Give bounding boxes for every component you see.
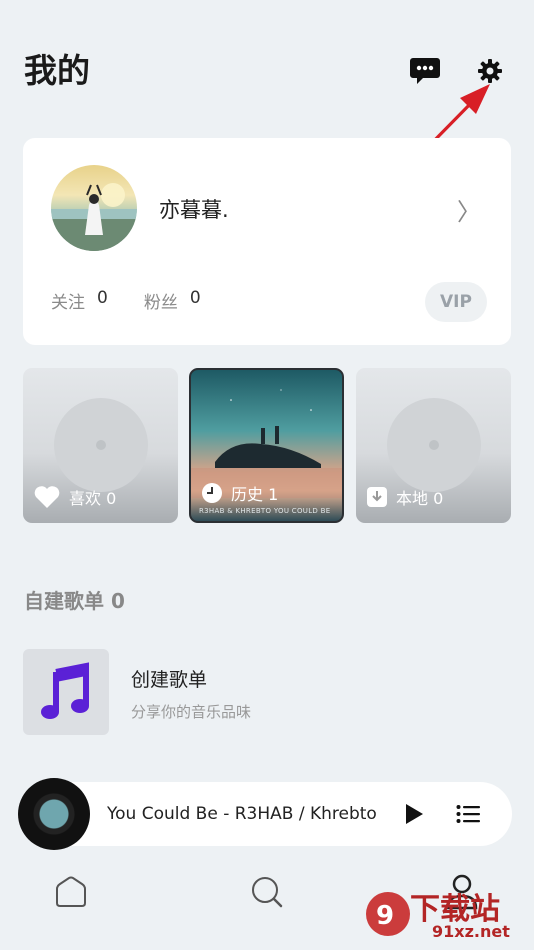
- fans-count[interactable]: 0: [190, 288, 201, 313]
- tile-history[interactable]: R3HAB & KHREBTO YOU COULD BE 历史 1: [189, 368, 344, 523]
- chevron-right-icon[interactable]: 〉: [457, 192, 481, 227]
- username[interactable]: 亦暮暮.: [159, 194, 229, 224]
- heart-icon: [34, 486, 60, 508]
- download-icon: [367, 487, 387, 507]
- profile-stats: 关注 0 粉丝 0: [51, 288, 237, 313]
- section-title-playlists: 自建歌单 0: [24, 589, 125, 613]
- svg-text:9: 9: [376, 901, 394, 931]
- tile-local-label: 本地 0: [396, 489, 444, 508]
- vinyl-disc-icon: [54, 398, 148, 492]
- tile-history-label: 历史 1: [231, 485, 279, 504]
- album-disc-icon[interactable]: [18, 778, 90, 850]
- fans-label[interactable]: 粉丝: [144, 288, 178, 313]
- track-title[interactable]: You Could Be - R3HAB / Khrebto: [107, 804, 377, 824]
- tile-favorites[interactable]: 喜欢 0: [23, 368, 178, 523]
- vinyl-disc-icon: [387, 398, 481, 492]
- create-playlist-row[interactable]: 创建歌单 分享你的音乐品味: [23, 649, 511, 735]
- playlist-queue-icon[interactable]: [454, 800, 482, 828]
- avatar[interactable]: [51, 165, 137, 251]
- following-count[interactable]: 0: [97, 288, 108, 313]
- music-note-icon: [23, 649, 109, 735]
- clock-icon: [202, 483, 222, 503]
- profile-card[interactable]: 亦暮暮. 〉 关注 0 粉丝 0 VIP: [23, 138, 511, 345]
- tile-favorites-label: 喜欢 0: [69, 489, 117, 508]
- following-label[interactable]: 关注: [51, 288, 85, 313]
- home-icon[interactable]: [51, 872, 91, 912]
- play-button[interactable]: [400, 800, 428, 828]
- create-playlist-title[interactable]: 创建歌单: [131, 665, 207, 692]
- create-playlist-subtitle: 分享你的音乐品味: [131, 703, 252, 721]
- tile-local[interactable]: 本地 0: [356, 368, 511, 523]
- search-icon[interactable]: [247, 872, 287, 912]
- watermark-url: 91xz.net: [432, 922, 510, 941]
- page-title: 我的: [24, 51, 90, 90]
- vip-badge[interactable]: VIP: [425, 282, 487, 322]
- history-cover-caption: R3HAB & KHREBTO YOU COULD BE: [199, 507, 331, 515]
